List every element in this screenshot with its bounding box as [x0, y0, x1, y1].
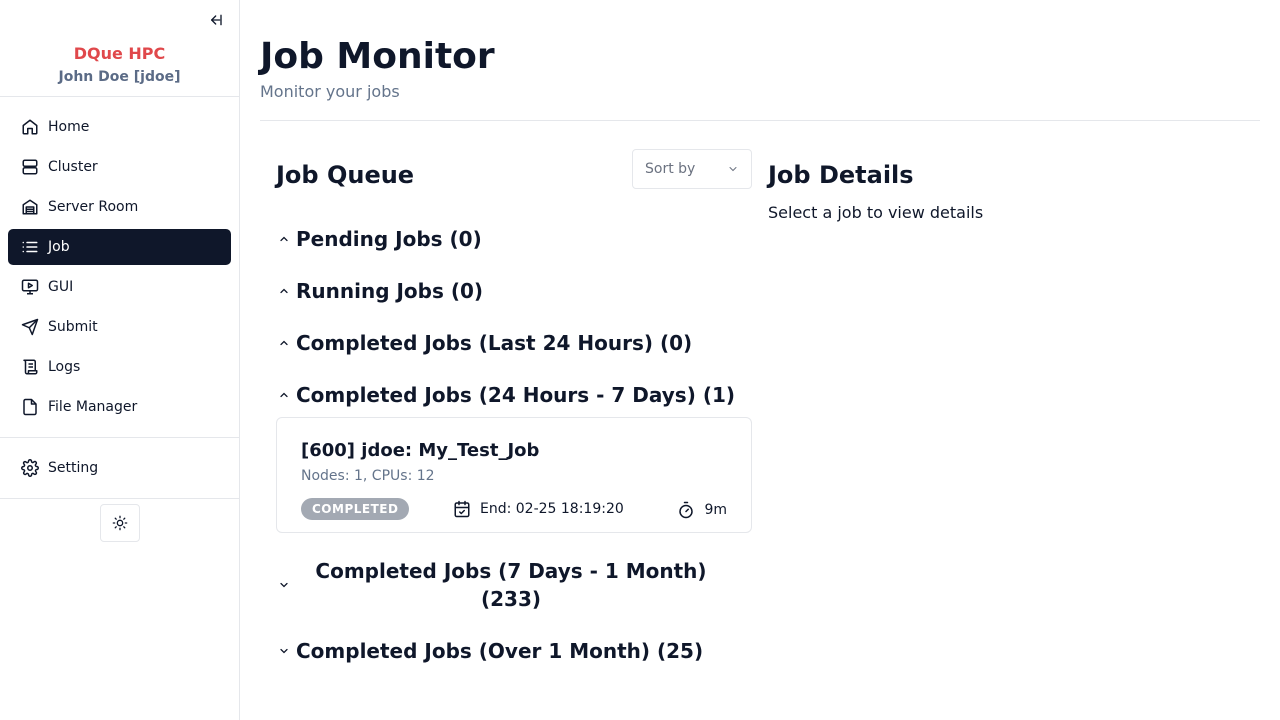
job-resources: Nodes: 1, CPUs: 12 — [301, 468, 435, 484]
section-completed-over-1m[interactable]: Completed Jobs (Over 1 Month) (25) — [276, 638, 752, 664]
section-pending-jobs[interactable]: Pending Jobs (0) — [276, 226, 752, 252]
collapse-sidebar-button[interactable] — [204, 9, 226, 31]
section-completed-1m[interactable]: Completed Jobs (7 Days - 1 Month) (233) — [276, 557, 752, 613]
job-name: [600] jdoe: My_Test_Job — [301, 440, 540, 461]
chevron-up-icon — [276, 283, 292, 299]
sidebar: DQue HPC John Doe [jdoe] Home Cluster Se… — [0, 0, 240, 720]
job-end-label: End: 02-25 18:19:20 — [480, 501, 624, 517]
job-queue-title: Job Queue — [276, 161, 415, 189]
monitor-play-icon — [20, 277, 40, 297]
section-label: Completed Jobs (Last 24 Hours) (0) — [296, 331, 693, 355]
sidebar-item-server-room[interactable]: Server Room — [8, 189, 231, 225]
chevron-down-icon — [729, 167, 737, 172]
job-details-title: Job Details — [768, 161, 914, 189]
sidebar-item-gui[interactable]: GUI — [8, 269, 231, 305]
sidebar-item-label: Job — [48, 239, 70, 255]
scroll-icon — [20, 357, 40, 377]
sidebar-item-label: Home — [48, 119, 90, 135]
sidebar-item-label: Logs — [48, 359, 81, 375]
send-icon — [20, 317, 40, 337]
section-completed-24h[interactable]: Completed Jobs (Last 24 Hours) (0) — [276, 330, 752, 356]
status-badge: COMPLETED — [301, 498, 410, 520]
chevron-down-icon — [276, 643, 292, 659]
chevron-up-icon — [276, 231, 292, 247]
job-card[interactable]: [600] jdoe: My_Test_Job Nodes: 1, CPUs: … — [276, 417, 752, 533]
sidebar-item-label: GUI — [48, 279, 74, 295]
job-details-empty-text: Select a job to view details — [768, 203, 984, 222]
sidebar-item-job[interactable]: Job — [8, 229, 231, 265]
sort-select[interactable]: Sort by — [632, 149, 752, 189]
timer-icon — [676, 500, 696, 520]
sidebar-item-file-manager[interactable]: File Manager — [8, 389, 231, 425]
section-running-jobs[interactable]: Running Jobs (0) — [276, 278, 752, 304]
sidebar-divider — [0, 437, 239, 438]
file-icon — [20, 397, 40, 417]
app-brand: DQue HPC — [73, 44, 166, 63]
page-subtitle: Monitor your jobs — [260, 82, 400, 101]
sidebar-item-cluster[interactable]: Cluster — [8, 149, 231, 185]
sidebar-divider — [0, 96, 239, 97]
section-label: Completed Jobs (24 Hours - 7 Days) (1) — [296, 383, 736, 407]
sidebar-item-label: Server Room — [48, 199, 139, 215]
sidebar-item-label: File Manager — [48, 399, 138, 415]
section-label: Pending Jobs (0) — [296, 227, 482, 251]
sidebar-item-label: Setting — [48, 460, 99, 476]
job-duration-label: 9m — [704, 502, 727, 518]
gear-icon — [20, 458, 40, 478]
user-name: John Doe [jdoe] — [58, 69, 181, 85]
warehouse-icon — [20, 197, 40, 217]
chevron-down-icon — [276, 577, 292, 593]
job-duration: 9m — [676, 499, 727, 521]
sun-icon — [112, 515, 128, 531]
panel-collapse-icon — [211, 14, 222, 26]
calendar-check-icon — [452, 499, 472, 519]
list-icon — [20, 237, 40, 257]
sidebar-divider — [0, 498, 239, 499]
header-divider — [260, 120, 1260, 121]
server-icon — [20, 157, 40, 177]
section-label: Completed Jobs (Over 1 Month) (25) — [296, 639, 704, 663]
sidebar-item-setting[interactable]: Setting — [8, 450, 231, 486]
section-label: Completed Jobs (7 Days - 1 Month) (233) — [315, 559, 707, 611]
section-label: Running Jobs (0) — [296, 279, 484, 303]
sort-select-placeholder: Sort by — [645, 161, 696, 177]
section-completed-7d[interactable]: Completed Jobs (24 Hours - 7 Days) (1) — [276, 382, 752, 408]
home-icon — [20, 117, 40, 137]
chevron-up-icon — [276, 387, 292, 403]
sidebar-item-label: Cluster — [48, 159, 98, 175]
sidebar-item-label: Submit — [48, 319, 98, 335]
sidebar-item-submit[interactable]: Submit — [8, 309, 231, 345]
sidebar-item-logs[interactable]: Logs — [8, 349, 231, 385]
sidebar-item-home[interactable]: Home — [8, 109, 231, 145]
theme-toggle-button[interactable] — [100, 504, 140, 542]
job-end-time: End: 02-25 18:19:20 — [452, 498, 624, 520]
chevron-up-icon — [276, 335, 292, 351]
page-title: Job Monitor — [260, 36, 495, 77]
